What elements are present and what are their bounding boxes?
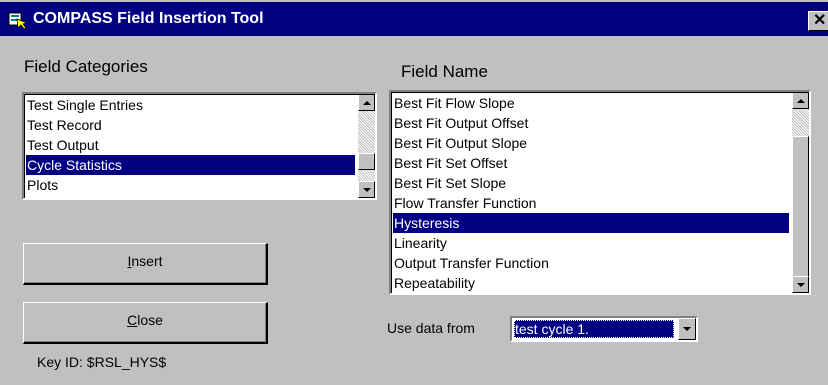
field-categories-label: Field Categories (24, 57, 148, 76)
dropdown-button[interactable] (678, 318, 696, 340)
category-item[interactable]: Test Record (26, 115, 355, 135)
field-item[interactable]: Best Fit Output Offset (393, 113, 789, 133)
category-item[interactable]: Test Output (26, 135, 355, 155)
use-data-from-value: test cycle 1. (514, 320, 674, 338)
key-id-text: Key ID: $RSL_HYS$ (37, 354, 167, 370)
field-item[interactable]: Repeatability (393, 273, 789, 293)
field-insertion-dialog: COMPASS Field Insertion Tool ✕ Field Cat… (0, 0, 828, 385)
field-item[interactable]: Best Fit Flow Slope (393, 93, 789, 113)
chevron-down-icon (683, 327, 691, 331)
close-label: lose (137, 312, 163, 328)
scroll-up-button[interactable] (792, 92, 809, 109)
scroll-thumb[interactable] (792, 136, 809, 277)
field-categories-list[interactable]: Test Single Entries Test Record Test Outpu… (22, 92, 377, 200)
close-accelerator: C (127, 312, 138, 328)
field-item[interactable]: Linearity (393, 233, 789, 253)
arrow-down-icon (362, 187, 371, 192)
use-data-from-select[interactable]: test cycle 1. (510, 316, 698, 342)
category-item[interactable]: Test Single Entries (26, 95, 355, 115)
scroll-down-button[interactable] (358, 181, 375, 198)
app-icon (8, 12, 28, 30)
arrow-down-icon (796, 282, 805, 287)
use-data-from-label: Use data from (387, 320, 475, 336)
field-item[interactable]: Hysteresis (393, 213, 789, 233)
field-item[interactable]: Best Fit Set Offset (393, 153, 789, 173)
field-item[interactable]: Best Fit Set Slope (393, 173, 789, 193)
title-bar[interactable]: COMPASS Field Insertion Tool ✕ (0, 2, 828, 36)
arrow-up-icon (796, 98, 805, 103)
fields-scrollbar[interactable] (792, 92, 809, 293)
window-title: COMPASS Field Insertion Tool (33, 10, 264, 27)
field-name-list[interactable]: Best Fit Flow Slope Best Fit Output Offse… (389, 90, 811, 295)
close-button[interactable]: Close (23, 302, 268, 344)
insert-label: nsert (131, 253, 163, 269)
close-icon[interactable]: ✕ (808, 11, 828, 31)
field-item[interactable]: Flow Transfer Function (393, 193, 789, 213)
category-item[interactable]: Cycle Statistics (26, 155, 355, 175)
field-item[interactable]: Output Transfer Function (393, 253, 789, 273)
field-name-label: Field Name (401, 62, 488, 81)
scroll-up-button[interactable] (358, 94, 375, 111)
field-item[interactable]: Best Fit Output Slope (393, 133, 789, 153)
insert-button[interactable]: Insert (23, 243, 268, 285)
category-item[interactable]: Plots (26, 175, 355, 195)
scroll-thumb[interactable] (358, 153, 375, 170)
arrow-up-icon (362, 100, 371, 105)
scroll-down-button[interactable] (792, 276, 809, 293)
categories-scrollbar[interactable] (358, 94, 375, 198)
